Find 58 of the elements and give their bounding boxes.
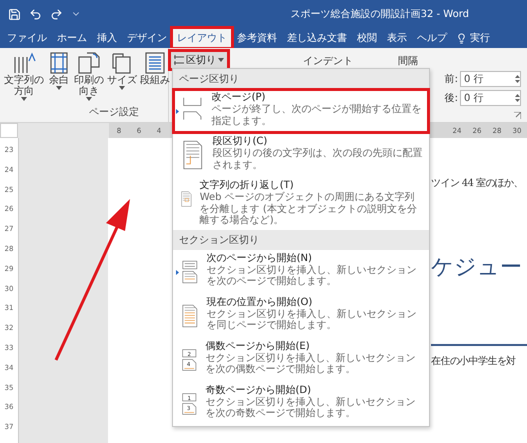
menu-section-header: セクション区切り — [173, 230, 429, 250]
document-text: 在住の小中学生を対 — [431, 354, 517, 368]
field-label: 前: — [444, 73, 458, 86]
ribbon-tab[interactable]: ヘルプ — [412, 28, 452, 48]
ribbon-button[interactable]: サイズ — [107, 51, 137, 101]
ribbon-tab[interactable]: デザイン — [122, 28, 172, 48]
ribbon-tab[interactable]: 参考資料 — [232, 28, 282, 48]
menu-item-title: 奇数ページから開始(D) — [206, 384, 312, 396]
undo-icon[interactable] — [29, 8, 42, 20]
menu-section-header: ページ区切り — [173, 69, 429, 89]
ribbon-tab[interactable]: 表示 — [382, 28, 412, 48]
window-title: スポーツ総合施設の開設計画32 - Word — [290, 8, 469, 21]
menu-item-title: 偶数ページから開始(E) — [206, 340, 311, 352]
dialog-launcher-icon[interactable] — [514, 112, 521, 119]
ribbon-button[interactable]: 段組み — [140, 51, 170, 101]
caret-icon — [218, 58, 224, 62]
spinner-icon — [515, 93, 520, 103]
text-direction-icon — [12, 51, 36, 75]
ribbon-tab[interactable]: 挿入 — [92, 28, 122, 48]
menu-item-title: 段区切り(C) — [212, 136, 268, 148]
group-label: ページ設定 — [88, 106, 139, 119]
menu-item-description: Web ページのオブジェクトの周囲にある文字列を分離します (本文とオブジェクトの説明文を分離する場合など)。 — [200, 192, 418, 226]
menu-item-description: セクション区切りを挿入し、新しいセクションを次の奇数ページで開始します。 — [206, 396, 417, 420]
ribbon-tab[interactable]: 校閲 — [352, 28, 382, 48]
ribbon-button[interactable]: 印刷の 向き — [74, 51, 104, 101]
ribbon-tab[interactable]: ファイル — [2, 28, 52, 48]
menu-item[interactable]: 文字列の折り返し(T) Web ページのオブジェクトの周囲にある文字列を分離します (本文とオブジェクトの説明文を分離する場合など)。 — [173, 177, 429, 230]
ribbon-tab[interactable]: 差し込み文書 — [282, 28, 352, 48]
breaks-button[interactable]: 区切り — [171, 52, 227, 68]
indent-label: インデント — [303, 55, 354, 68]
menu-item[interactable]: 現在の位置から開始(O) セクション区切りを挿入し、新しいセクションを同じページで開始します。 — [173, 294, 429, 338]
menu-item-description: セクション区切りを挿入し、新しいセクションを次の偶数ページで開始します。 — [206, 352, 417, 376]
spacing-field[interactable]: 0 行 — [460, 90, 521, 106]
lightbulb-icon — [456, 32, 467, 44]
menu-item-description: 段区切りの後の文字列は、次の段の先頭に配置されます。 — [212, 148, 423, 171]
ribbon-button[interactable]: 余白 — [47, 51, 71, 101]
ribbon-tab[interactable]: ホーム — [52, 28, 92, 48]
menu-item-description: セクション区切りを挿入し、新しいセクションを同じページで開始します。 — [206, 308, 418, 332]
menu-item-description: セクション区切りを挿入し、新しいセクションを次のページで開始します。 — [206, 264, 418, 288]
tell-me-button[interactable]: 実行 — [452, 28, 494, 48]
menu-item-title: 改ページ(P) — [212, 92, 266, 104]
spacing-label: 間隔 — [398, 55, 419, 68]
redo-icon[interactable] — [50, 8, 63, 20]
menu-item[interactable]: 次のページから開始(N) セクション区切りを挿入し、新しいセクションを次のページで開始します。 — [173, 250, 429, 294]
menu-item-title: 次のページから開始(N) — [206, 252, 313, 264]
orientation-icon — [77, 51, 101, 75]
save-icon[interactable] — [8, 8, 21, 20]
spinner-icon — [515, 74, 520, 84]
ribbon-button[interactable]: 文字列の 方向 — [4, 51, 44, 101]
document-heading: ケジュー — [431, 254, 523, 282]
menu-item-title: 文字列の折り返し(T) — [200, 180, 295, 192]
document-text: ツイン 44 室のほか、 — [431, 176, 524, 190]
columns-icon — [143, 51, 167, 75]
menu-item-title: 現在の位置から開始(O) — [206, 296, 314, 308]
ribbon-tab[interactable]: レイアウト — [172, 28, 232, 48]
field-label: 後: — [444, 92, 458, 105]
spacing-field[interactable]: 0 行 — [460, 71, 521, 87]
breaks-icon — [174, 55, 184, 65]
